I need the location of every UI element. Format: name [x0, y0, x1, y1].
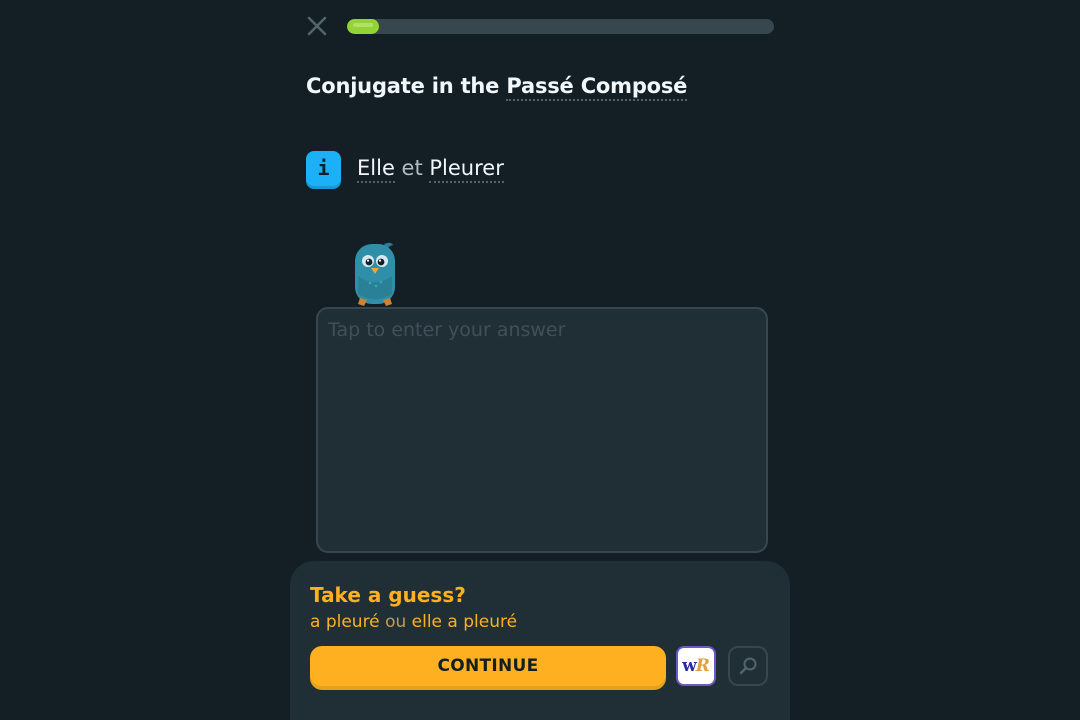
- prompt-text: Elle et Pleurer: [357, 156, 504, 183]
- info-icon[interactable]: i: [306, 150, 341, 186]
- continue-button[interactable]: CONTINUE: [310, 646, 666, 686]
- bird-mascot-icon: [352, 240, 398, 308]
- correct-answer: a pleuré ou elle a pleuré: [310, 612, 517, 632]
- prompt-row: i Elle et Pleurer: [306, 150, 504, 186]
- page-title: Conjugate in the Passé Composé: [306, 74, 687, 101]
- prompt-verb[interactable]: Pleurer: [429, 156, 504, 183]
- prompt-connector: et: [401, 156, 423, 180]
- feedback-title: Take a guess?: [310, 583, 466, 607]
- correct-answer-2: elle a pleuré: [411, 612, 518, 632]
- title-term[interactable]: Passé Composé: [506, 74, 687, 101]
- answer-input[interactable]: [316, 307, 768, 553]
- close-icon: [307, 16, 327, 36]
- wordreference-button[interactable]: wR: [676, 646, 716, 686]
- info-icon-glyph: i: [317, 156, 330, 180]
- magnifier-icon: [739, 657, 757, 675]
- progress-bar: [347, 19, 774, 34]
- wordreference-icon-w: w: [682, 656, 697, 676]
- prompt-subject[interactable]: Elle: [357, 156, 395, 183]
- progress-bar-fill: [347, 19, 380, 34]
- title-prefix: Conjugate in the: [306, 74, 507, 98]
- wordreference-icon-r: R: [695, 656, 710, 676]
- search-button[interactable]: [728, 646, 768, 686]
- feedback-panel: Take a guess? a pleuré ou elle a pleuré …: [290, 561, 790, 720]
- exercise-screen: Conjugate in the Passé Composé i Elle et…: [0, 0, 1080, 720]
- correct-answer-or: ou: [385, 612, 407, 632]
- correct-answer-1: a pleuré: [310, 612, 380, 632]
- close-button[interactable]: [306, 15, 328, 37]
